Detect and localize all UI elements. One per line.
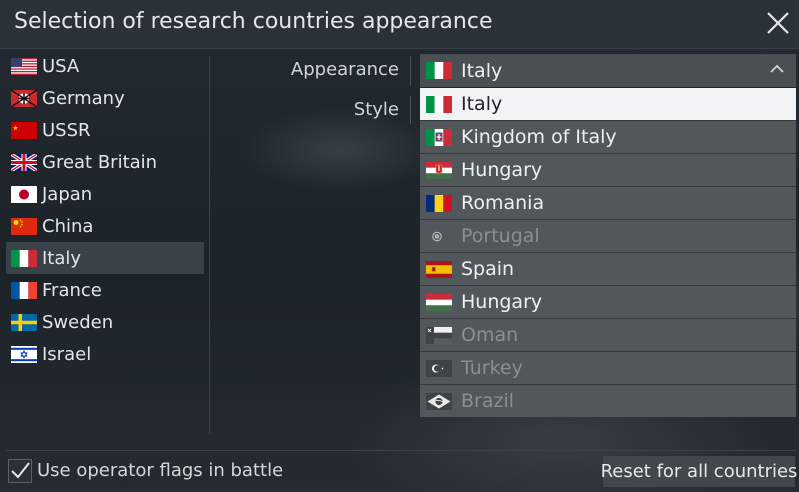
country-label: Japan <box>42 183 93 205</box>
appearance-options-list: Italy Kingdom of Italy Hungary Romania Portu… <box>420 88 796 417</box>
country-label: France <box>42 279 102 301</box>
appearance-option-romania[interactable]: Romania <box>420 187 796 220</box>
checkmark-icon <box>11 462 30 479</box>
appearance-option-hungary[interactable]: Hungary <box>420 286 796 319</box>
country-item-france[interactable]: France <box>6 274 204 306</box>
appearance-option-italy[interactable]: Italy <box>420 88 796 121</box>
option-label: Hungary <box>461 159 543 181</box>
footer-divider <box>6 450 796 451</box>
operator-flags-checkbox[interactable] <box>8 459 32 483</box>
italy-flag-icon <box>426 62 452 79</box>
country-list: USA Germany USSR Great Britain Japan China Ita… <box>6 50 204 370</box>
china-flag-icon <box>11 217 37 235</box>
option-label: Brazil <box>461 390 515 412</box>
japan-flag-icon <box>11 185 37 203</box>
option-label: Turkey <box>461 357 523 379</box>
operator-flags-label: Use operator flags in battle <box>37 460 284 481</box>
option-label: Spain <box>461 258 515 280</box>
brazil-flag-icon <box>426 392 452 410</box>
chevron-up-icon <box>770 64 784 73</box>
panel-divider <box>209 56 210 434</box>
style-separator <box>410 96 411 124</box>
country-label: Great Britain <box>42 151 158 173</box>
romania-flag-icon <box>426 194 452 212</box>
germany-flag-icon <box>11 89 37 107</box>
country-label: USSR <box>42 119 91 141</box>
country-item-china[interactable]: China <box>6 210 204 242</box>
option-label: Hungary <box>461 291 543 313</box>
close-button[interactable] <box>763 8 793 38</box>
option-label: Italy <box>461 93 503 115</box>
appearance-label: Appearance <box>290 59 399 80</box>
option-label: Portugal <box>461 225 540 247</box>
country-item-japan[interactable]: Japan <box>6 178 204 210</box>
appearance-option-oman: Oman <box>420 319 796 352</box>
country-label: USA <box>42 55 80 77</box>
appearance-dropdown[interactable]: Italy <box>420 54 796 87</box>
option-label: Kingdom of Italy <box>461 126 617 148</box>
hungary-flag-icon <box>426 293 452 311</box>
country-label: Germany <box>42 87 125 109</box>
france-flag-icon <box>11 281 37 299</box>
style-label: Style <box>353 99 399 120</box>
dialog-header: Selection of research countries appearan… <box>0 0 799 49</box>
ussr-flag-icon <box>11 121 37 139</box>
country-label: China <box>42 215 94 237</box>
oman-flag-icon <box>426 326 452 344</box>
country-item-israel[interactable]: Israel <box>6 338 204 370</box>
appearance-option-brazil: Brazil <box>420 385 796 417</box>
dialog-title: Selection of research countries appearan… <box>14 9 493 34</box>
italy-flag-icon <box>426 95 452 113</box>
appearance-separator <box>410 56 411 86</box>
appearance-option-portugal: Portugal <box>420 220 796 253</box>
country-item-italy[interactable]: Italy <box>6 242 204 274</box>
hungary-crest-flag-icon <box>426 161 452 179</box>
country-label: Israel <box>42 343 92 365</box>
great-britain-flag-icon <box>11 153 37 171</box>
kingdom-of-italy-flag-icon <box>426 128 452 146</box>
italy-flag-icon <box>11 249 37 267</box>
country-item-germany[interactable]: Germany <box>6 82 204 114</box>
country-item-great-britain[interactable]: Great Britain <box>6 146 204 178</box>
sweden-flag-icon <box>11 313 37 331</box>
country-item-sweden[interactable]: Sweden <box>6 306 204 338</box>
appearance-option-kingdom-of-italy[interactable]: Kingdom of Italy <box>420 121 796 154</box>
reset-all-button[interactable]: Reset for all countries <box>601 456 797 487</box>
appearance-option-turkey: Turkey <box>420 352 796 385</box>
spain-flag-icon <box>426 260 452 278</box>
turkey-flag-icon <box>426 359 452 377</box>
usa-flag-icon <box>11 57 37 75</box>
israel-flag-icon <box>11 345 37 363</box>
country-label: Italy <box>42 247 82 269</box>
appearance-option-spain[interactable]: Spain <box>420 253 796 286</box>
close-icon <box>767 12 789 34</box>
option-label: Oman <box>461 324 519 346</box>
portugal-flag-icon <box>426 228 452 245</box>
country-label: Sweden <box>42 311 114 333</box>
country-item-ussr[interactable]: USSR <box>6 114 204 146</box>
country-item-usa[interactable]: USA <box>6 50 204 82</box>
option-label: Romania <box>461 192 545 214</box>
appearance-option-hungary[interactable]: Hungary <box>420 154 796 187</box>
appearance-value: Italy <box>461 59 503 82</box>
